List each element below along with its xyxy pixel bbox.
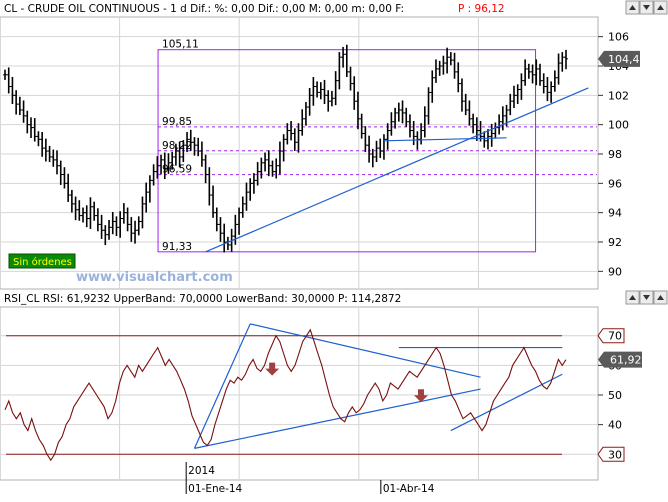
chart-root: CL - CRUDE OIL CONTINUOUS - 1 d Dif.: %:… xyxy=(0,0,668,498)
price-last-value: 104,49 xyxy=(608,53,647,66)
price-tick-label: 106 xyxy=(608,31,629,44)
price-annotation: 91,33 xyxy=(162,241,192,253)
watermark: www.visualchart.com xyxy=(76,270,233,285)
x-axis-year-label: 2014 xyxy=(188,465,215,477)
scroll-down-button[interactable] xyxy=(639,0,654,15)
rsi-tick-label: 30 xyxy=(608,448,622,461)
price-annotation: 99,85 xyxy=(162,116,192,128)
price-tick-label: 98 xyxy=(608,148,622,161)
rsi-scroll-up-button[interactable] xyxy=(625,290,640,305)
rsi-tick-label: 40 xyxy=(608,419,622,432)
rsi-header-text: RSI_CL RSI: 61,9232 UpperBand: 70,0000 L… xyxy=(4,293,401,305)
price-tick-label: 94 xyxy=(608,207,622,220)
x-axis-label: 01-Ene-14 xyxy=(188,483,242,495)
x-axis-label: 01-Abr-14 xyxy=(383,483,435,495)
rsi-axis: 304050607061,92 xyxy=(597,328,642,462)
price-pane xyxy=(0,16,599,290)
rsi-tick-label: 50 xyxy=(608,389,622,402)
header-price-label: P : 96,12 xyxy=(458,3,505,15)
rsi-scroll-up-button-2[interactable] xyxy=(653,290,668,305)
status-badge[interactable]: Sin órdenes xyxy=(8,253,76,269)
price-tick-label: 90 xyxy=(608,265,622,278)
status-label: Sin órdenes xyxy=(13,256,72,268)
price-tick-label: 96 xyxy=(608,177,622,190)
price-annotation: 105,11 xyxy=(162,39,199,51)
header-symbol: CL - CRUDE OIL CONTINUOUS - 1 d Dif.: %:… xyxy=(4,3,404,15)
rsi-scroll-down-button[interactable] xyxy=(639,290,654,305)
price-tick-label: 102 xyxy=(608,89,629,102)
price-annotation: 96,59 xyxy=(162,164,192,176)
price-annotation: 98,22 xyxy=(162,140,192,152)
scroll-up-button-2[interactable] xyxy=(653,0,668,15)
price-tick-label: 92 xyxy=(608,236,622,249)
price-tick-label: 100 xyxy=(608,119,629,132)
rsi-tick-label: 70 xyxy=(608,330,622,343)
chart-canvas: CL - CRUDE OIL CONTINUOUS - 1 d Dif.: %:… xyxy=(0,0,668,495)
rsi-last-value: 61,92 xyxy=(610,354,642,367)
scroll-up-button[interactable] xyxy=(625,0,640,15)
price-axis: 9092949698100102104106104,49 xyxy=(598,31,647,278)
